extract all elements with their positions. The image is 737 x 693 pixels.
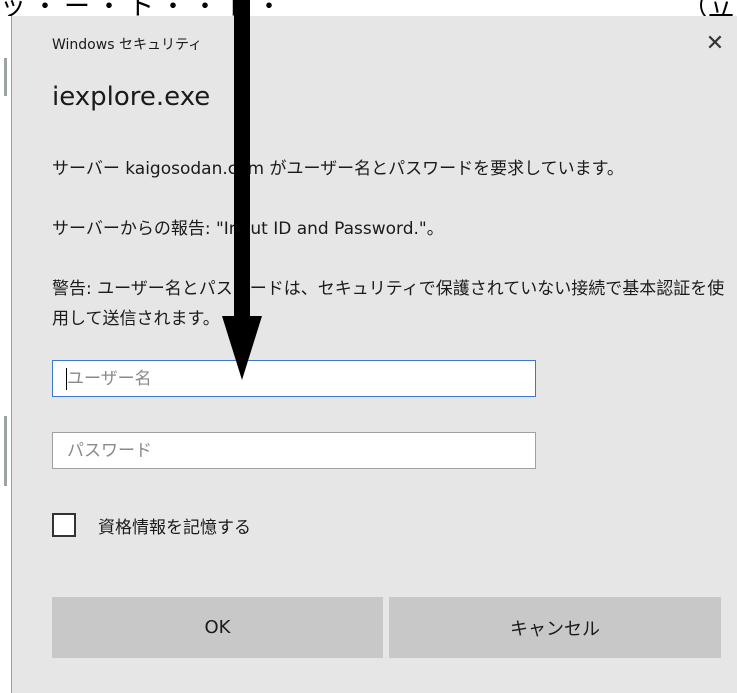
remember-credentials[interactable]: 資格情報を記憶する: [52, 511, 251, 539]
username-field[interactable]: [52, 360, 536, 397]
username-input[interactable]: [53, 361, 535, 396]
warning-message: 警告: ユーザー名とパスワードは、セキュリティで保護されていない接続で基本認証を…: [52, 279, 725, 329]
remember-label: 資格情報を記憶する: [98, 517, 251, 538]
background-window-edge: [0, 16, 12, 693]
background-text-right: （立: [682, 0, 735, 16]
password-input[interactable]: [53, 433, 535, 468]
dialog-heading: iexplore.exe: [52, 82, 211, 112]
edge-mark: [4, 416, 7, 486]
close-icon[interactable]: ✕: [701, 30, 729, 58]
dialog-app-title: Windows セキュリティ: [52, 37, 203, 53]
server-report-message: サーバーからの報告: "Input ID and Password."。: [52, 219, 444, 239]
cancel-button[interactable]: キャンセル: [389, 597, 721, 658]
background-text-left: ッ・ー・ト・・ト・: [0, 0, 289, 16]
title-bar: Windows セキュリティ ✕: [12, 16, 737, 58]
password-field[interactable]: [52, 432, 536, 469]
remember-checkbox[interactable]: [52, 513, 76, 537]
edge-mark: [4, 58, 7, 96]
ok-button[interactable]: OK: [52, 597, 383, 658]
server-request-message: サーバー kaigosodan.com がユーザー名とパスワードを要求しています…: [52, 159, 624, 179]
text-caret: [66, 368, 67, 390]
security-dialog: Windows セキュリティ ✕ iexplore.exe サーバー kaigo…: [12, 16, 737, 693]
background-window-fragment: ッ・ー・ト・・ト・ （立: [0, 0, 737, 16]
